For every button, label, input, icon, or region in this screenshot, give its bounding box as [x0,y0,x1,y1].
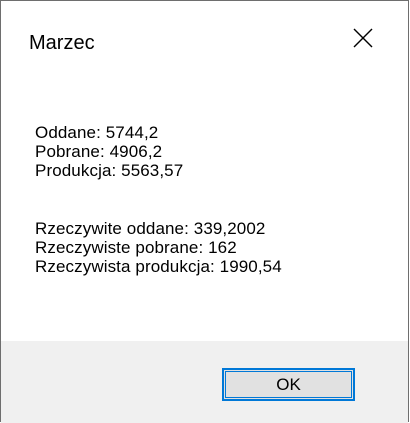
message-body: Oddane: 5744,2 Pobrane: 4906,2 Produkcja… [1,75,408,341]
ok-button[interactable]: OK [222,368,355,401]
message-line-oddane: Oddane: 5744,2 [35,123,159,142]
message-line-rzeczywiste-pobrane: Rzeczywiste pobrane: 162 [35,238,237,257]
message-line-rzeczywite-oddane: Rzeczywite oddane: 339,2002 [35,219,266,238]
message-line-rzeczywista-produkcja: Rzeczywista produkcja: 1990,54 [35,257,282,276]
close-icon [353,28,373,48]
message-line-pobrane: Pobrane: 4906,2 [35,142,163,161]
message-line-produkcja: Produkcja: 5563,57 [35,161,184,180]
button-bar: OK [1,341,408,423]
close-button[interactable] [330,1,408,75]
message-dialog: Marzec Oddane: 5744,2 Pobrane: 4906,2 Pr… [0,0,409,423]
title-bar[interactable]: Marzec [1,1,408,75]
window-title: Marzec [29,32,95,54]
